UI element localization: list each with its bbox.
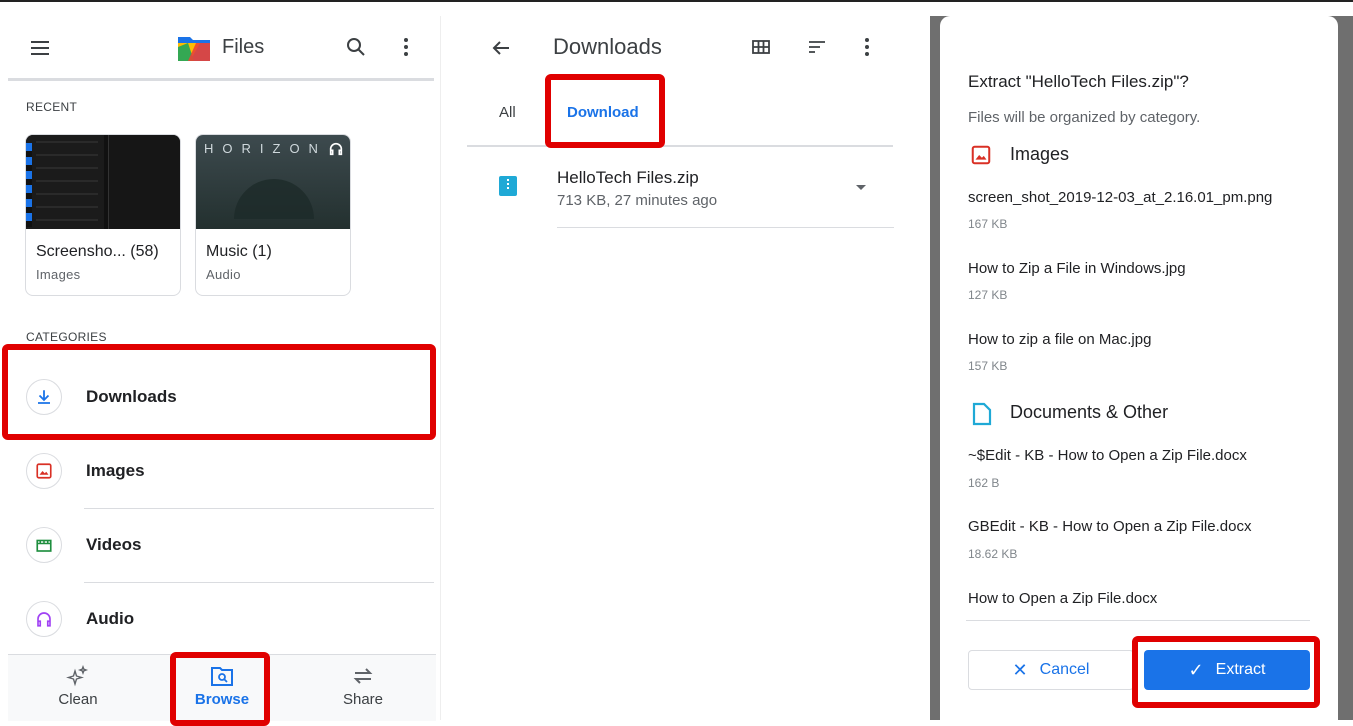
header-divider	[8, 78, 434, 81]
app-title: Files	[222, 36, 265, 58]
search-icon[interactable]	[344, 35, 368, 59]
category-label: Audio	[86, 609, 135, 628]
document-file-size: 162 B	[968, 476, 1000, 490]
recent-card-title: Screensho... (58)	[36, 243, 159, 260]
divider	[557, 227, 894, 228]
menu-icon[interactable]	[28, 36, 52, 60]
image-file-name: How to zip a file on Mac.jpg	[968, 331, 1152, 348]
screenshot-thumbnail	[26, 135, 180, 229]
more-options-icon[interactable]	[402, 35, 410, 59]
category-videos[interactable]: Videos	[26, 508, 434, 582]
document-icon	[972, 402, 992, 426]
highlight-extract	[1132, 636, 1320, 708]
dialog-subtitle: Files will be organized by category.	[968, 109, 1201, 126]
categories-label: CATEGORIES	[26, 330, 107, 344]
nav-share[interactable]: Share	[293, 665, 433, 708]
album-art-thumbnail: HORIZON	[196, 135, 350, 229]
image-file-name: How to Zip a File in Windows.jpg	[968, 260, 1186, 277]
sparkle-icon	[8, 665, 148, 687]
image-file-size: 167 KB	[968, 217, 1008, 231]
more-options-icon[interactable]	[863, 35, 871, 59]
tab-all[interactable]: All	[499, 104, 516, 121]
image-file-name: screen_shot_2019-12-03_at_2.16.01_pm.png	[968, 189, 1273, 206]
headphones-icon	[328, 141, 344, 157]
document-file-size: 18.62 KB	[968, 547, 1018, 561]
downloads-pane: Downloads All Download HelloTech Files.z…	[440, 16, 931, 720]
category-label: Videos	[86, 535, 142, 554]
highlight-download-tab	[545, 74, 665, 148]
recent-card-music[interactable]: HORIZON Music (1) Audio	[195, 134, 351, 296]
documents-heading: Documents & Other	[1010, 402, 1169, 422]
file-meta: 713 KB, 27 minutes ago	[557, 192, 718, 209]
nav-label: Share	[342, 691, 384, 708]
image-file-size: 157 KB	[968, 359, 1008, 373]
file-name: HelloTech Files.zip	[557, 168, 699, 187]
document-file-name: ~$Edit - KB - How to Open a Zip File.doc…	[968, 447, 1247, 464]
headphones-icon	[26, 601, 62, 637]
swap-icon	[293, 665, 433, 687]
close-icon: ✕	[1012, 659, 1028, 680]
background-edge	[1340, 40, 1353, 64]
highlight-downloads	[2, 344, 436, 440]
category-images[interactable]: Images	[26, 434, 434, 508]
files-logo-icon	[176, 33, 212, 63]
cancel-label: Cancel	[1039, 661, 1090, 678]
recent-card-subtitle: Audio	[206, 267, 241, 282]
tabs-divider	[467, 145, 893, 147]
highlight-browse	[170, 652, 270, 726]
zip-file-icon	[499, 176, 517, 196]
extract-dialog: Extract "HelloTech Files.zip"? Files wil…	[940, 16, 1338, 720]
dropdown-arrow-icon[interactable]	[855, 184, 867, 192]
downloads-title: Downloads	[553, 34, 662, 59]
nav-label: Clean	[58, 691, 98, 708]
nav-clean[interactable]: Clean	[8, 665, 148, 708]
dialog-title: Extract "HelloTech Files.zip"?	[968, 72, 1189, 91]
document-file-name: How to Open a Zip File.docx	[968, 590, 1158, 607]
image-file-size: 127 KB	[968, 288, 1008, 302]
document-file-name: GBEdit - KB - How to Open a Zip File.doc…	[968, 518, 1252, 535]
image-icon	[970, 144, 992, 166]
category-label: Images	[86, 461, 145, 480]
dialog-divider	[966, 620, 1310, 621]
cancel-button[interactable]: ✕ Cancel	[968, 650, 1134, 690]
images-heading: Images	[1010, 144, 1070, 164]
album-art-text: HORIZON	[204, 141, 327, 156]
category-audio[interactable]: Audio	[26, 582, 434, 656]
recent-card-title: Music (1)	[206, 243, 272, 260]
back-arrow-icon[interactable]	[489, 36, 513, 60]
file-row[interactable]: HelloTech Files.zip 713 KB, 27 minutes a…	[467, 160, 893, 228]
files-home-pane: Files RECENT Screensho... (58) Images HO…	[2, 16, 436, 726]
recent-card-subtitle: Images	[36, 267, 81, 282]
video-icon	[26, 527, 62, 563]
recent-label: RECENT	[26, 100, 78, 114]
grid-view-icon[interactable]	[751, 37, 771, 57]
image-icon	[26, 453, 62, 489]
recent-card-screenshots[interactable]: Screensho... (58) Images	[25, 134, 181, 296]
sort-icon[interactable]	[807, 37, 827, 57]
